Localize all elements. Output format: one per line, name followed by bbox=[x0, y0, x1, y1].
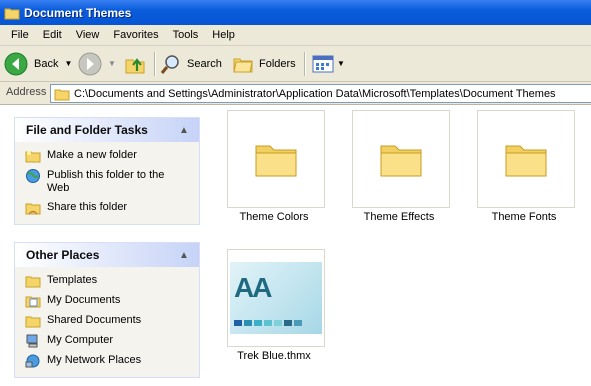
place-label: My Network Places bbox=[47, 354, 142, 366]
views-icon bbox=[312, 55, 334, 72]
panel-header[interactable]: File and Folder Tasks ▲ bbox=[15, 118, 199, 142]
folder-tile-theme-fonts[interactable] bbox=[477, 110, 575, 208]
computer-icon bbox=[26, 334, 38, 348]
panel-title: Other Places bbox=[26, 248, 100, 262]
back-button[interactable]: Back ▼ bbox=[4, 50, 72, 77]
collapse-chevron-icon[interactable]: ▲ bbox=[177, 248, 191, 262]
file-name[interactable]: Trek Blue.thmx bbox=[204, 350, 344, 362]
folder-tile-theme-effects[interactable] bbox=[352, 110, 450, 208]
title-bar[interactable]: Document Themes bbox=[0, 0, 591, 25]
forward-button[interactable]: ▼ bbox=[78, 50, 116, 77]
menu-edit[interactable]: Edit bbox=[36, 29, 69, 41]
place-my-documents[interactable]: My Documents bbox=[15, 291, 199, 311]
file-folder-tasks-panel: File and Folder Tasks ▲ Make a new folde… bbox=[14, 117, 200, 225]
place-label: Shared Documents bbox=[47, 314, 142, 326]
address-input[interactable]: C:\Documents and Settings\Administrator\… bbox=[50, 84, 591, 103]
up-folder-button[interactable] bbox=[124, 50, 146, 77]
window-title: Document Themes bbox=[24, 5, 132, 20]
globe-icon bbox=[26, 169, 40, 183]
new-folder-icon bbox=[25, 151, 41, 163]
task-label: Publish this folder to the Web bbox=[47, 169, 165, 194]
file-name[interactable]: Theme Effects bbox=[329, 211, 469, 223]
search-icon bbox=[160, 54, 179, 74]
place-label: Templates bbox=[47, 274, 98, 286]
theme-color-swatches bbox=[234, 320, 302, 326]
share-folder-icon bbox=[25, 203, 41, 215]
task-label: Make a new folder bbox=[47, 149, 137, 161]
folder-icon bbox=[25, 316, 41, 328]
folder-icon bbox=[505, 145, 547, 177]
folders-button[interactable]: Folders bbox=[232, 50, 296, 77]
folder-icon bbox=[255, 145, 297, 177]
menu-tools[interactable]: Tools bbox=[166, 29, 206, 41]
toolbar-separator bbox=[154, 52, 156, 76]
menu-bar: File Edit View Favorites Tools Help bbox=[0, 25, 591, 46]
folder-icon bbox=[380, 145, 422, 177]
content-area: File and Folder Tasks ▲ Make a new folde… bbox=[0, 105, 591, 386]
menu-help[interactable]: Help bbox=[205, 29, 242, 41]
place-my-computer[interactable]: My Computer bbox=[15, 331, 199, 351]
task-label: Share this folder bbox=[47, 201, 128, 213]
toolbar-separator bbox=[304, 52, 306, 76]
place-shared-documents[interactable]: Shared Documents bbox=[15, 311, 199, 331]
place-label: My Documents bbox=[47, 294, 121, 306]
file-name[interactable]: Theme Colors bbox=[204, 211, 344, 223]
folder-tile-theme-colors[interactable] bbox=[227, 110, 325, 208]
panel-header[interactable]: Other Places ▲ bbox=[15, 243, 199, 267]
collapse-chevron-icon[interactable]: ▲ bbox=[177, 123, 191, 137]
file-name[interactable]: Theme Fonts bbox=[454, 211, 591, 223]
folders-icon bbox=[233, 58, 253, 72]
dropdown-arrow-icon[interactable]: ▼ bbox=[64, 59, 72, 68]
up-folder-icon bbox=[125, 57, 145, 73]
folder-icon bbox=[4, 8, 20, 19]
folder-icon bbox=[25, 276, 41, 288]
theme-file-tile-trek-blue[interactable]: AA bbox=[227, 249, 325, 347]
place-my-network-places[interactable]: My Network Places bbox=[15, 351, 199, 371]
place-templates[interactable]: Templates bbox=[15, 271, 199, 291]
search-button[interactable]: Search bbox=[160, 50, 222, 77]
dropdown-arrow-icon[interactable]: ▼ bbox=[337, 59, 345, 68]
menu-view[interactable]: View bbox=[69, 29, 107, 41]
toolbar: Back ▼ ▼ Search Folders ▼ bbox=[0, 46, 591, 82]
back-arrow-icon bbox=[4, 52, 28, 75]
other-places-panel: Other Places ▲ Templates My Documents Sh… bbox=[14, 242, 200, 378]
forward-arrow-icon bbox=[78, 52, 102, 75]
panel-title: File and Folder Tasks bbox=[26, 123, 148, 137]
back-label: Back bbox=[34, 57, 59, 70]
place-label: My Computer bbox=[47, 334, 114, 346]
folders-label: Folders bbox=[259, 57, 296, 70]
dropdown-arrow-icon[interactable]: ▼ bbox=[108, 59, 116, 68]
search-label: Search bbox=[187, 57, 222, 70]
address-bar: Address C:\Documents and Settings\Admini… bbox=[0, 82, 591, 105]
folder-icon bbox=[54, 89, 70, 100]
address-path: C:\Documents and Settings\Administrator\… bbox=[74, 87, 556, 100]
task-share-folder[interactable]: Share this folder bbox=[15, 198, 199, 218]
task-publish-to-web[interactable]: Publish this folder to the Web bbox=[15, 166, 199, 198]
task-make-new-folder[interactable]: Make a new folder bbox=[15, 146, 199, 166]
network-icon bbox=[25, 354, 40, 368]
views-button[interactable]: ▼ bbox=[312, 50, 345, 77]
theme-preview-text: AA bbox=[234, 272, 272, 303]
menu-favorites[interactable]: Favorites bbox=[106, 29, 165, 41]
my-documents-icon bbox=[25, 296, 41, 308]
address-label: Address bbox=[6, 86, 47, 98]
menu-file[interactable]: File bbox=[4, 29, 36, 41]
theme-preview-thumbnail: AA bbox=[230, 262, 322, 334]
